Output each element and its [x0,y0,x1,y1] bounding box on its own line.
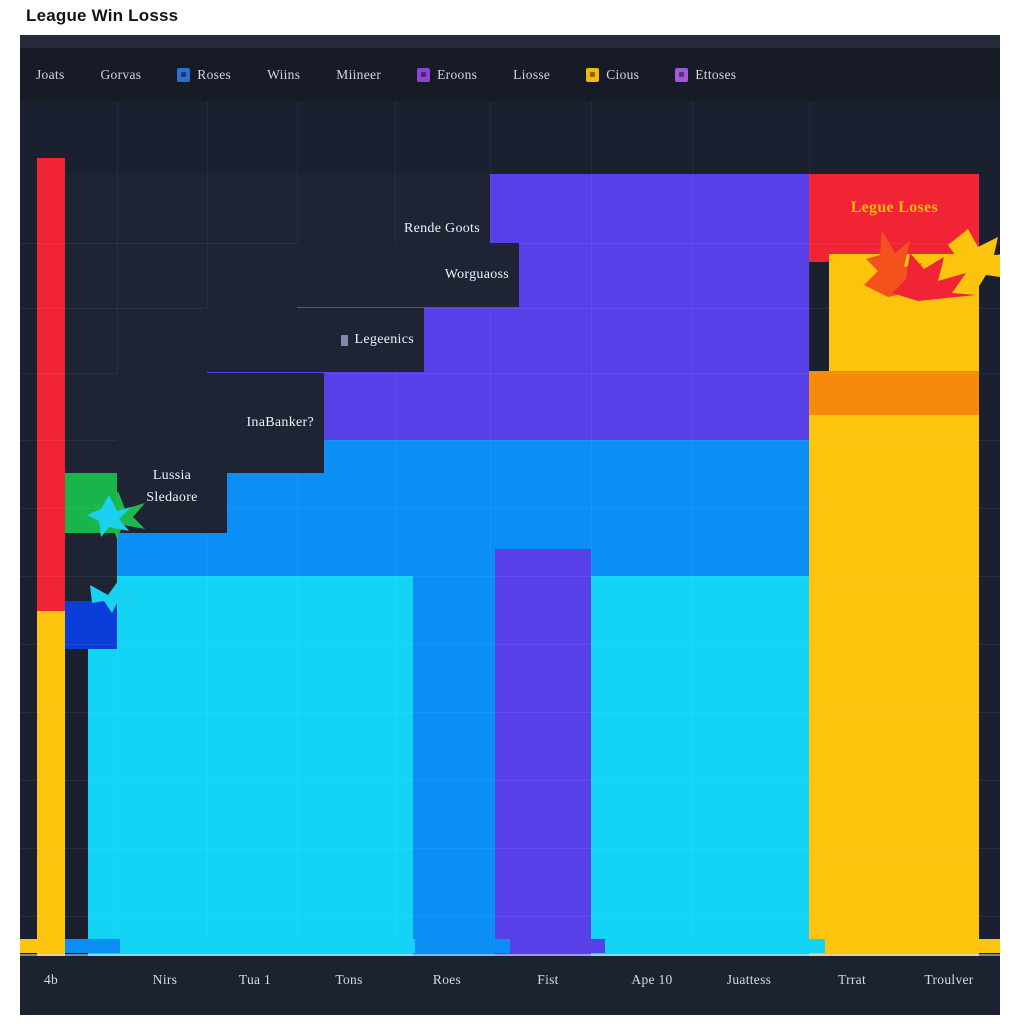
x-axis-color-strip [20,939,1000,953]
legend-toolbar[interactable]: Joats Gorvas Roses Wiins Miineer Eroons … [20,48,1000,101]
legend-item-cious[interactable]: Cious [586,67,639,83]
color-swatch-icon [177,67,191,82]
x-tick-label: Tua 1 [238,972,272,987]
axis-strip-segment [605,939,825,953]
page-title: League Win Losss [26,6,179,25]
staircase-step-4 [65,308,207,373]
legend-item-ettoses[interactable]: Ettoses [675,67,736,83]
bar-4b-ettoses [37,158,65,611]
legend-item-label: Miineer [336,66,382,82]
color-swatch-icon [675,67,689,82]
legend-item-label: Joats [36,66,65,82]
data-label-text: Legeenics [354,332,414,347]
bar-troulver-cious [829,254,979,1015]
legend-item-label: Roses [197,66,232,82]
data-label-text: Worguaoss [444,267,509,282]
staircase-step-1 [65,158,490,174]
staircase-step-3 [65,243,297,308]
x-axis-line [20,954,1000,956]
flame-burst-icon [864,229,1000,301]
x-tick-label: Nirs [152,972,178,987]
chart-plot-area[interactable]: Legue Loses Rende Goots Worguaoss Legeen… [20,101,1000,1015]
x-tick-label: 4b [43,972,59,987]
staircase-step-5 [65,373,117,473]
axis-strip-segment [120,939,415,953]
legend-item-label: Wiins [267,66,301,82]
bullet-icon [340,334,348,346]
x-tick-label: Fist [537,972,559,987]
data-label-line1: Lussia [152,467,192,483]
legend-item-wiins[interactable]: Wiins [267,67,300,83]
screenshot-root: League Win Losss Joats Gorvas Roses Wiin… [0,0,1024,1024]
legend-item-label: Cious [606,66,640,82]
x-tick-label: Ape 10 [631,972,673,987]
data-label-line2: Sledaore [146,489,198,505]
annotation-legue-loses: Legue Loses [850,199,938,216]
data-label-text: Rende Goots [403,221,480,236]
color-swatch-icon [586,67,600,82]
legend-item-joats[interactable]: Joats [36,67,65,83]
x-tick-label: Roes [432,972,462,987]
x-tick-label: Trrat [837,972,867,987]
legend-item-label: Ettoses [695,66,737,82]
color-swatch-icon [417,67,431,82]
bar-troulver-base [809,371,829,1015]
x-tick-label: Juattess [726,972,772,987]
legend-item-eroons[interactable]: Eroons [417,67,477,83]
x-axis-labels: 4b Nirs Tua 1 Tons Roes Fist Ape 10 Juat… [20,956,1000,1015]
data-label-worguaoss: Worguaoss [297,243,519,307]
x-tick-label: Troulver [924,972,974,987]
legend-item-label: Gorvas [100,66,142,82]
legend-item-gorvas[interactable]: Gorvas [101,67,142,83]
window-titlebar [20,35,1000,48]
chart-window: Joats Gorvas Roses Wiins Miineer Eroons … [20,35,1000,1015]
cyan-arrow-icon [90,581,138,613]
axis-strip-segment [825,939,1000,953]
data-label-rende-goots: Rende Goots [65,213,490,245]
chart-canvas: Legue Loses Rende Goots Worguaoss Legeen… [20,101,1000,1015]
cyan-green-star-icon [87,491,145,539]
legend-item-label: Liosse [513,66,551,82]
legend-item-label: Eroons [437,66,478,82]
legend-item-liosse[interactable]: Liosse [513,67,550,83]
axis-strip-segment [510,939,605,953]
axis-strip-segment [65,939,120,953]
legend-item-miineer[interactable]: Miineer [336,67,381,83]
axis-strip-segment [415,939,510,953]
x-tick-label: Tons [335,972,363,987]
data-label-legeenics: Legeenics [207,308,424,372]
bar-troulver-miineer [809,371,979,415]
axis-strip-segment [20,939,65,953]
legend-item-roses[interactable]: Roses [177,67,231,83]
data-label-text: InaBanker? [246,415,314,430]
